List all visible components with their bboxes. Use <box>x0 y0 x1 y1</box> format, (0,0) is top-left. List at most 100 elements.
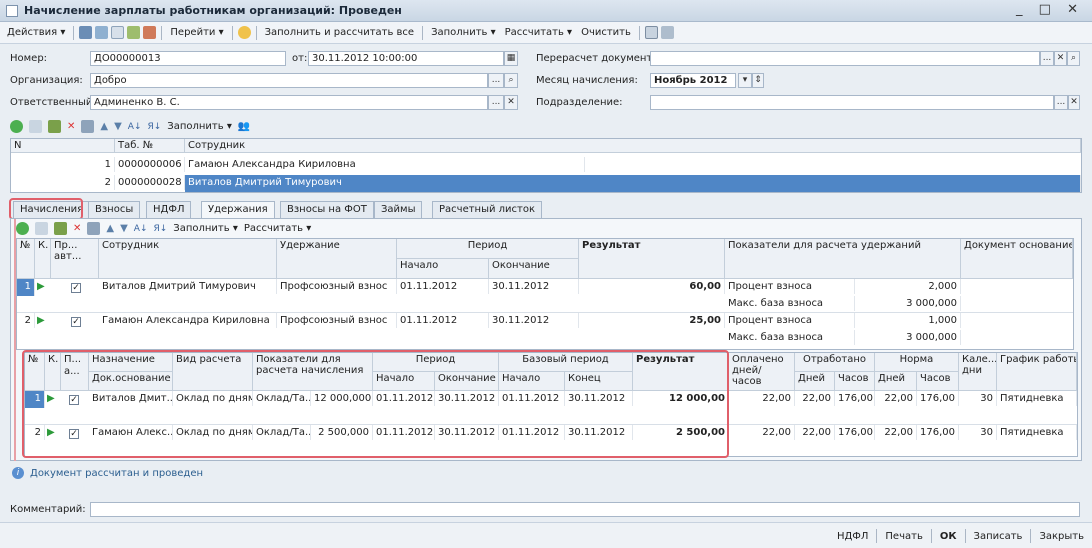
auto-checkbox[interactable]: ✓ <box>71 317 81 327</box>
edit-icon[interactable] <box>54 222 67 235</box>
ok-button[interactable]: ОК <box>940 531 957 542</box>
select-dept-button[interactable]: ... <box>1054 95 1068 110</box>
acc-col-ndays[interactable]: Дней <box>875 372 917 391</box>
search-recalc-icon[interactable]: ⌕ <box>1067 51 1080 66</box>
calendar-icon[interactable]: ▦ <box>504 51 518 66</box>
select-recalc-button[interactable]: ... <box>1040 51 1054 66</box>
clear-dept-icon[interactable]: ✕ <box>1068 95 1080 110</box>
clear-recalc-icon[interactable]: ✕ <box>1054 51 1067 66</box>
info-message[interactable]: Документ рассчитан и проведен <box>30 468 203 479</box>
copy-row-icon[interactable] <box>29 120 42 133</box>
ded-col-end[interactable]: Окончание <box>489 259 579 279</box>
save-button[interactable]: Записать <box>974 531 1023 542</box>
tab-deductions[interactable]: Удержания <box>201 201 275 219</box>
structure-icon[interactable] <box>660 26 674 39</box>
col-tab[interactable]: Таб. № <box>115 139 185 153</box>
ded-col-auto[interactable]: Пр... авт... <box>51 239 99 279</box>
acc-col-nhours[interactable]: Часов <box>917 372 959 391</box>
ded-col-result[interactable]: Результат <box>579 239 725 279</box>
sort-desc-icon[interactable]: Я↓ <box>148 122 162 132</box>
col-employee[interactable]: Сотрудник <box>185 139 1081 153</box>
tab-contributions[interactable]: Взносы <box>88 201 141 218</box>
emp-fill-menu[interactable]: Заполнить ▾ <box>167 121 232 132</box>
delete-icon[interactable]: ✕ <box>73 223 81 234</box>
number-field[interactable]: ДО00000013 <box>90 51 286 66</box>
dept-field[interactable] <box>650 95 1054 110</box>
ndfl-button[interactable]: НДФЛ <box>837 531 868 542</box>
ded-col-doc[interactable]: Документ основание <box>961 239 1073 279</box>
print-button[interactable]: Печать <box>885 531 922 542</box>
acc-col-whours[interactable]: Часов <box>835 372 875 391</box>
fill-calc-all-button[interactable]: Заполнить и рассчитать все <box>262 25 417 40</box>
sort-asc-icon[interactable]: A↓ <box>134 224 148 234</box>
acc-col-schedule[interactable]: График работы <box>997 353 1077 391</box>
delete-icon[interactable]: ✕ <box>67 121 75 132</box>
acc-col-norm[interactable]: Норма <box>875 353 959 372</box>
close-button[interactable]: Закрыть <box>1039 531 1084 542</box>
org-field[interactable]: Добро <box>90 73 488 88</box>
chevron-down-icon[interactable]: ▾ <box>738 73 752 88</box>
move-up-icon[interactable]: ▲ <box>100 121 108 132</box>
ded-col-indicators[interactable]: Показатели для расчета удержаний <box>725 239 961 279</box>
move-down-icon[interactable]: ▼ <box>120 223 128 234</box>
window-controls[interactable]: _ □ ✕ <box>1016 2 1084 17</box>
acc-col-paid[interactable]: Оплачено дней/часов <box>729 353 795 391</box>
post-icon[interactable] <box>143 26 157 39</box>
go-menu[interactable]: Перейти ▾ <box>167 25 226 40</box>
add-icon[interactable] <box>16 222 29 235</box>
ded-col-period[interactable]: Период <box>397 239 579 259</box>
move-down-icon[interactable]: ▼ <box>114 121 122 132</box>
table-row-selected[interactable]: 2 0000000028 Виталов Дмитрий Тимурович <box>11 175 1081 192</box>
ded-col-start[interactable]: Начало <box>397 259 489 279</box>
clear-resp-icon[interactable]: ✕ <box>504 95 518 110</box>
end-edit-icon[interactable] <box>87 222 101 235</box>
add-icon[interactable] <box>10 120 23 133</box>
tab-payslip[interactable]: Расчетный листок <box>432 201 543 218</box>
list-icon[interactable] <box>644 26 658 39</box>
month-spinner[interactable]: ⇕ <box>752 73 764 88</box>
clear-button[interactable]: Очистить <box>578 25 634 40</box>
fill-menu[interactable]: Заполнить ▾ <box>428 25 499 40</box>
ded-fill-menu[interactable]: Заполнить ▾ <box>173 223 238 234</box>
copy-icon[interactable] <box>111 26 125 39</box>
calculate-menu[interactable]: Рассчитать ▾ <box>502 25 575 40</box>
ded-col-employee[interactable]: Сотрудник <box>99 239 277 279</box>
ded-calc-menu[interactable]: Рассчитать ▾ <box>244 223 311 234</box>
col-n[interactable]: N <box>11 139 115 153</box>
select-org-button[interactable]: ... <box>488 73 504 88</box>
ded-col-n[interactable]: № <box>17 239 35 279</box>
comment-field[interactable] <box>90 502 1080 517</box>
date-field[interactable]: 30.11.2012 10:00:00 <box>308 51 504 66</box>
recalc-field[interactable] <box>650 51 1040 66</box>
copy-row-icon[interactable] <box>35 222 48 235</box>
actions-menu[interactable]: Действия ▾ <box>4 25 68 40</box>
help-icon[interactable] <box>237 26 251 39</box>
search-icon[interactable]: ⌕ <box>504 73 518 88</box>
end-edit-icon[interactable] <box>81 120 95 133</box>
refresh-icon[interactable] <box>95 26 109 39</box>
tab-loans[interactable]: Займы <box>374 201 423 218</box>
table-row[interactable]: 1 ▶ ✓ Виталов Дмитрий Тимурович Профсоюз… <box>17 279 1073 313</box>
table-row[interactable]: 1 0000000006 Гамаюн Александра Кириловна <box>11 157 1081 175</box>
acc-col-wdays[interactable]: Дней <box>795 372 835 391</box>
movements-icon[interactable] <box>127 26 141 39</box>
select-resp-button[interactable]: ... <box>488 95 504 110</box>
ded-col-k[interactable]: К. <box>35 239 51 279</box>
sort-desc-icon[interactable]: Я↓ <box>154 224 168 234</box>
acc-col-worked[interactable]: Отработано <box>795 353 875 372</box>
tab-ndfl[interactable]: НДФЛ <box>146 201 192 218</box>
separator <box>231 25 233 40</box>
auto-checkbox[interactable]: ✓ <box>71 283 81 293</box>
users-icon[interactable]: 👥 <box>238 121 250 132</box>
move-up-icon[interactable]: ▲ <box>106 223 114 234</box>
table-row[interactable]: 2 ▶ ✓ Гамаюн Александра Кириловна Профсо… <box>17 313 1073 347</box>
separator <box>161 25 163 40</box>
save-icon[interactable] <box>79 26 93 39</box>
month-field[interactable]: Ноябрь 2012 <box>650 73 736 88</box>
tab-fot[interactable]: Взносы на ФОТ <box>280 201 374 218</box>
ded-col-deduction[interactable]: Удержание <box>277 239 397 279</box>
resp-field[interactable]: Админенко В. С. <box>90 95 488 110</box>
acc-col-cal[interactable]: Кале... дни <box>959 353 997 391</box>
edit-icon[interactable] <box>48 120 61 133</box>
sort-asc-icon[interactable]: A↓ <box>128 122 142 132</box>
